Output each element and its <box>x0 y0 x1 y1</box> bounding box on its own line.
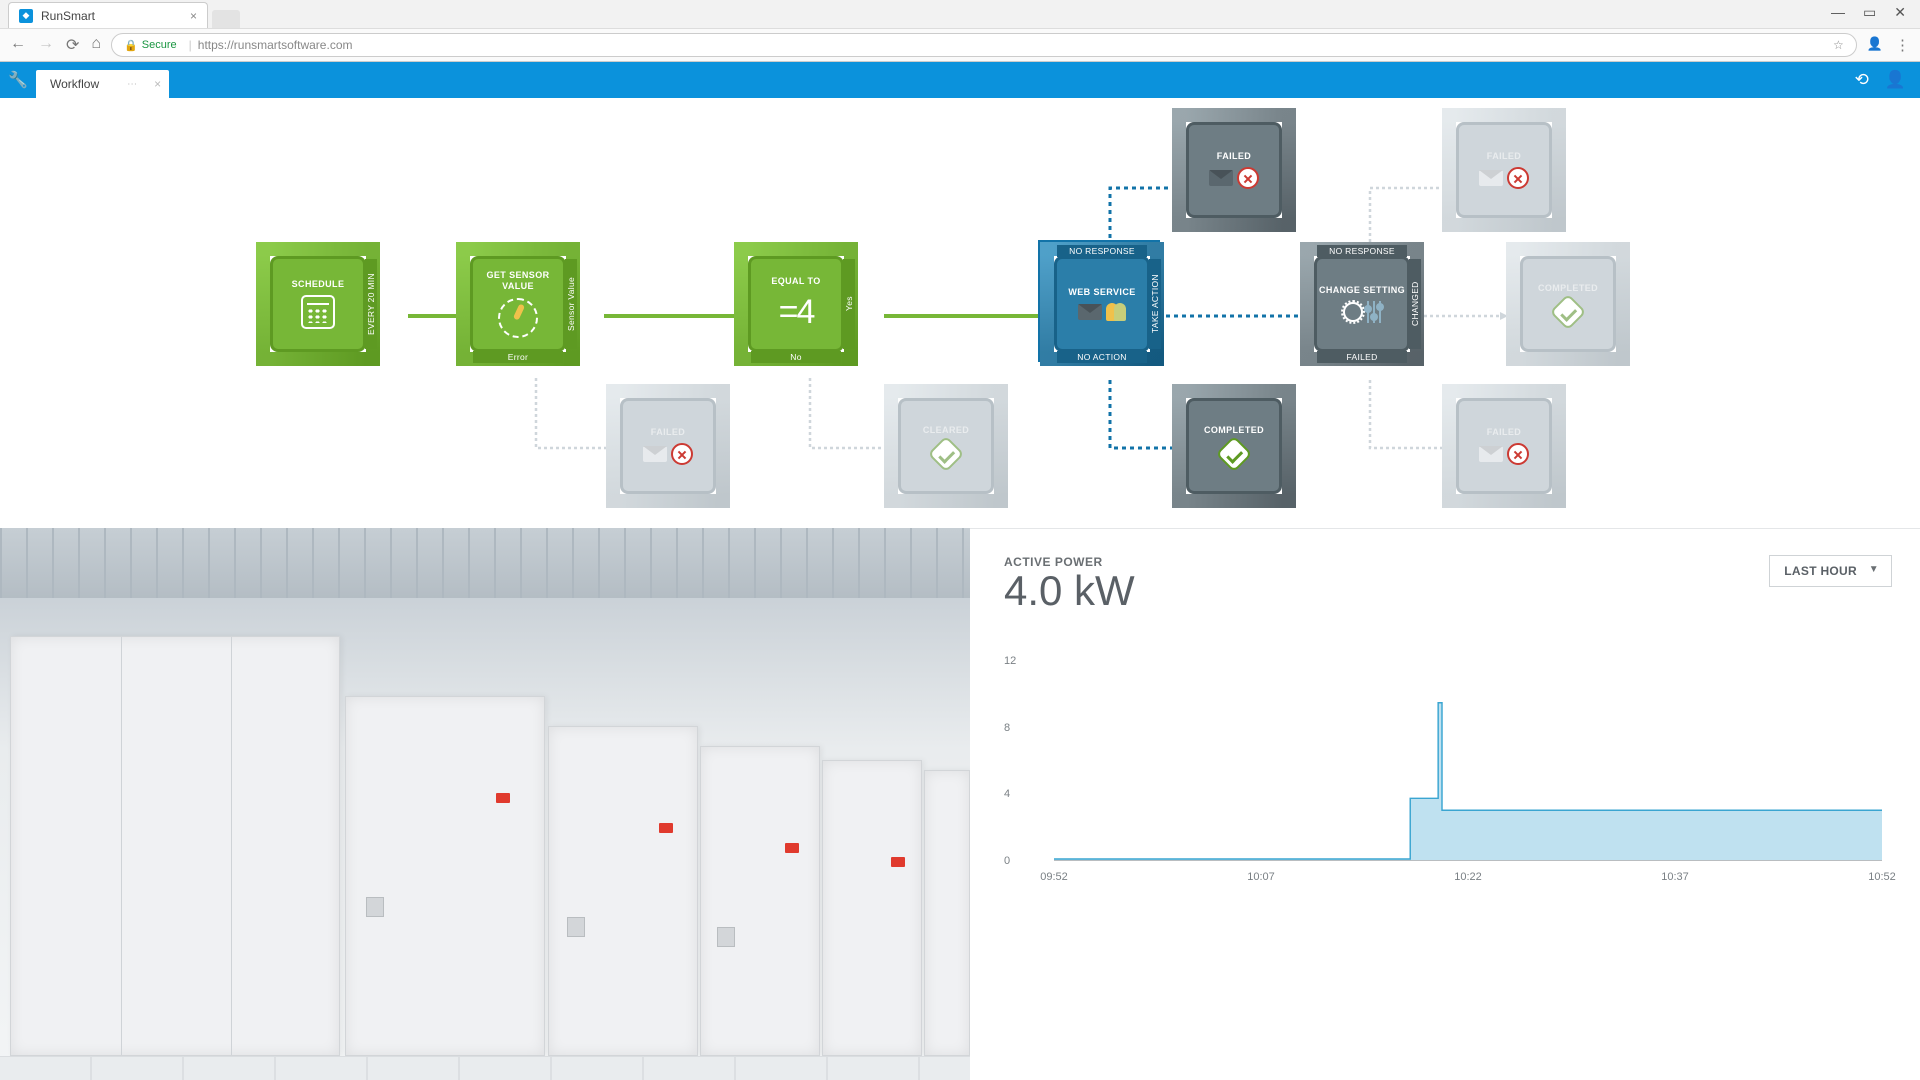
y-tick: 8 <box>1004 722 1010 734</box>
window-close-icon[interactable]: ✕ <box>1894 4 1906 21</box>
node-port-bottom: FAILED <box>1317 351 1407 363</box>
window-minimize-icon[interactable]: — <box>1831 4 1845 21</box>
node-port-right: Yes <box>843 259 855 349</box>
x-tick: 10:07 <box>1247 871 1275 883</box>
node-schedule[interactable]: SCHEDULE EVERY 20 MIN <box>270 256 366 352</box>
url-text: https://runsmartsoftware.com <box>198 38 353 52</box>
y-tick: 4 <box>1004 788 1010 800</box>
app-tab-workflow[interactable]: Workflow ⋯ × <box>36 70 169 98</box>
envelope-icon <box>1479 170 1503 186</box>
browser-menu-icon[interactable]: ⋮ <box>1895 36 1910 54</box>
node-failed-top-b[interactable]: FAILED <box>1456 122 1552 218</box>
lock-icon: 🔒 Secure <box>124 39 177 52</box>
envelope-icon <box>1479 446 1503 462</box>
node-title: FAILED <box>1487 427 1521 438</box>
node-completed-right[interactable]: COMPLETED <box>1520 256 1616 352</box>
node-cleared[interactable]: CLEARED <box>898 398 994 494</box>
node-port-right: CHANGED <box>1409 259 1421 349</box>
envelope-icon <box>1209 170 1233 186</box>
x-tick: 10:22 <box>1454 871 1482 883</box>
node-title: COMPLETED <box>1204 425 1264 436</box>
equal-value: =4 <box>779 293 814 332</box>
panel-value: 4.0 kW <box>1004 567 1135 615</box>
area-fill <box>1054 703 1882 860</box>
app-header: 🔧 Workflow ⋯ × ⟲ 👤 <box>0 62 1920 98</box>
x-tick: 09:52 <box>1040 871 1068 883</box>
refresh-icon[interactable]: ⟲ <box>1855 70 1869 90</box>
node-title: WEB SERVICE <box>1068 287 1135 298</box>
node-failed-top-a[interactable]: FAILED <box>1186 122 1282 218</box>
node-title: GET SENSOR VALUE <box>473 270 563 292</box>
node-change-setting[interactable]: NO RESPONSE CHANGE SETTING CHANGED FAILE… <box>1314 256 1410 352</box>
node-completed[interactable]: COMPLETED <box>1186 398 1282 494</box>
x-circle-icon <box>671 443 693 465</box>
y-tick: 12 <box>1004 655 1016 667</box>
active-power-chart[interactable]: 0 4 8 12 09:52 10:07 10:22 10:37 10:52 <box>1004 661 1892 861</box>
node-failed-error[interactable]: FAILED <box>620 398 716 494</box>
sensor-icon <box>498 298 538 338</box>
node-title: SCHEDULE <box>292 279 345 290</box>
node-web-service[interactable]: NO RESPONSE WEB SERVICE TAKE ACTION NO A… <box>1054 256 1150 352</box>
node-port-right: EVERY 20 MIN <box>365 259 377 349</box>
envelope-icon <box>643 446 667 462</box>
nav-forward-icon: → <box>38 35 54 55</box>
check-icon <box>928 436 965 473</box>
app-tab-label: Workflow <box>50 77 99 91</box>
node-title: CLEARED <box>923 425 969 436</box>
node-title: COMPLETED <box>1538 283 1598 294</box>
browser-tabstrip: ◆ RunSmart × — ▭ ✕ <box>0 0 1920 28</box>
browser-profile-icon[interactable]: 👤 <box>1867 36 1883 54</box>
node-get-sensor-value[interactable]: GET SENSOR VALUE Sensor Value Error <box>470 256 566 352</box>
node-port-right: Sensor Value <box>565 259 577 349</box>
window-maximize-icon[interactable]: ▭ <box>1863 4 1876 21</box>
address-bar[interactable]: 🔒 Secure | https://runsmartsoftware.com … <box>111 33 1857 57</box>
node-port-right: TAKE ACTION <box>1149 259 1161 349</box>
calendar-icon <box>301 295 335 329</box>
y-tick: 0 <box>1004 855 1010 867</box>
timerange-label: LAST HOUR <box>1784 564 1857 578</box>
people-icon <box>1106 303 1126 321</box>
node-port-top: NO RESPONSE <box>1317 245 1407 257</box>
bookmark-star-icon[interactable]: ☆ <box>1833 38 1844 52</box>
node-port-bottom: No <box>751 351 841 363</box>
timerange-select[interactable]: LAST HOUR <box>1769 555 1892 587</box>
active-power-panel: ACTIVE POWER 4.0 kW LAST HOUR 0 4 8 12 0… <box>970 528 1920 1080</box>
node-title: FAILED <box>1487 151 1521 162</box>
browser-tab-active[interactable]: ◆ RunSmart × <box>8 2 208 28</box>
x-circle-icon <box>1507 167 1529 189</box>
node-port-bottom: NO ACTION <box>1057 351 1147 363</box>
app-logo-icon[interactable]: 🔧 <box>0 62 36 98</box>
nav-home-icon[interactable]: ⌂ <box>91 35 101 55</box>
node-title: CHANGE SETTING <box>1319 285 1405 296</box>
sliders-icon <box>1367 301 1381 323</box>
x-tick: 10:37 <box>1661 871 1689 883</box>
new-tab-button[interactable] <box>212 10 240 28</box>
datacenter-photo <box>0 528 970 1080</box>
browser-toolbar: ← → ⟳ ⌂ 🔒 Secure | https://runsmartsoftw… <box>0 28 1920 62</box>
tab-title: RunSmart <box>41 9 95 23</box>
node-title: FAILED <box>1217 151 1251 162</box>
gear-icon <box>1343 302 1363 322</box>
node-equal-to[interactable]: EQUAL TO =4 Yes No <box>748 256 844 352</box>
nav-back-icon[interactable]: ← <box>10 35 26 55</box>
site-favicon: ◆ <box>19 9 33 23</box>
nav-reload-icon[interactable]: ⟳ <box>66 35 79 55</box>
x-circle-icon <box>1237 167 1259 189</box>
user-icon[interactable]: 👤 <box>1885 70 1906 90</box>
node-failed-br[interactable]: FAILED <box>1456 398 1552 494</box>
check-icon <box>1216 436 1253 473</box>
envelope-icon <box>1078 304 1102 320</box>
tab-close-icon[interactable]: × <box>190 9 197 23</box>
node-port-bottom: Error <box>473 351 563 363</box>
x-circle-icon <box>1507 443 1529 465</box>
x-tick: 10:52 <box>1868 871 1896 883</box>
secure-label: Secure <box>142 39 177 51</box>
node-port-top: NO RESPONSE <box>1057 245 1147 257</box>
check-icon <box>1550 294 1587 331</box>
workflow-canvas[interactable]: SCHEDULE EVERY 20 MIN GET SENSOR VALUE S… <box>0 98 1920 528</box>
tab-options-icon[interactable]: ⋯ <box>127 79 137 90</box>
node-title: FAILED <box>651 427 685 438</box>
app-tab-close-icon[interactable]: × <box>154 77 161 91</box>
node-title: EQUAL TO <box>771 276 820 287</box>
